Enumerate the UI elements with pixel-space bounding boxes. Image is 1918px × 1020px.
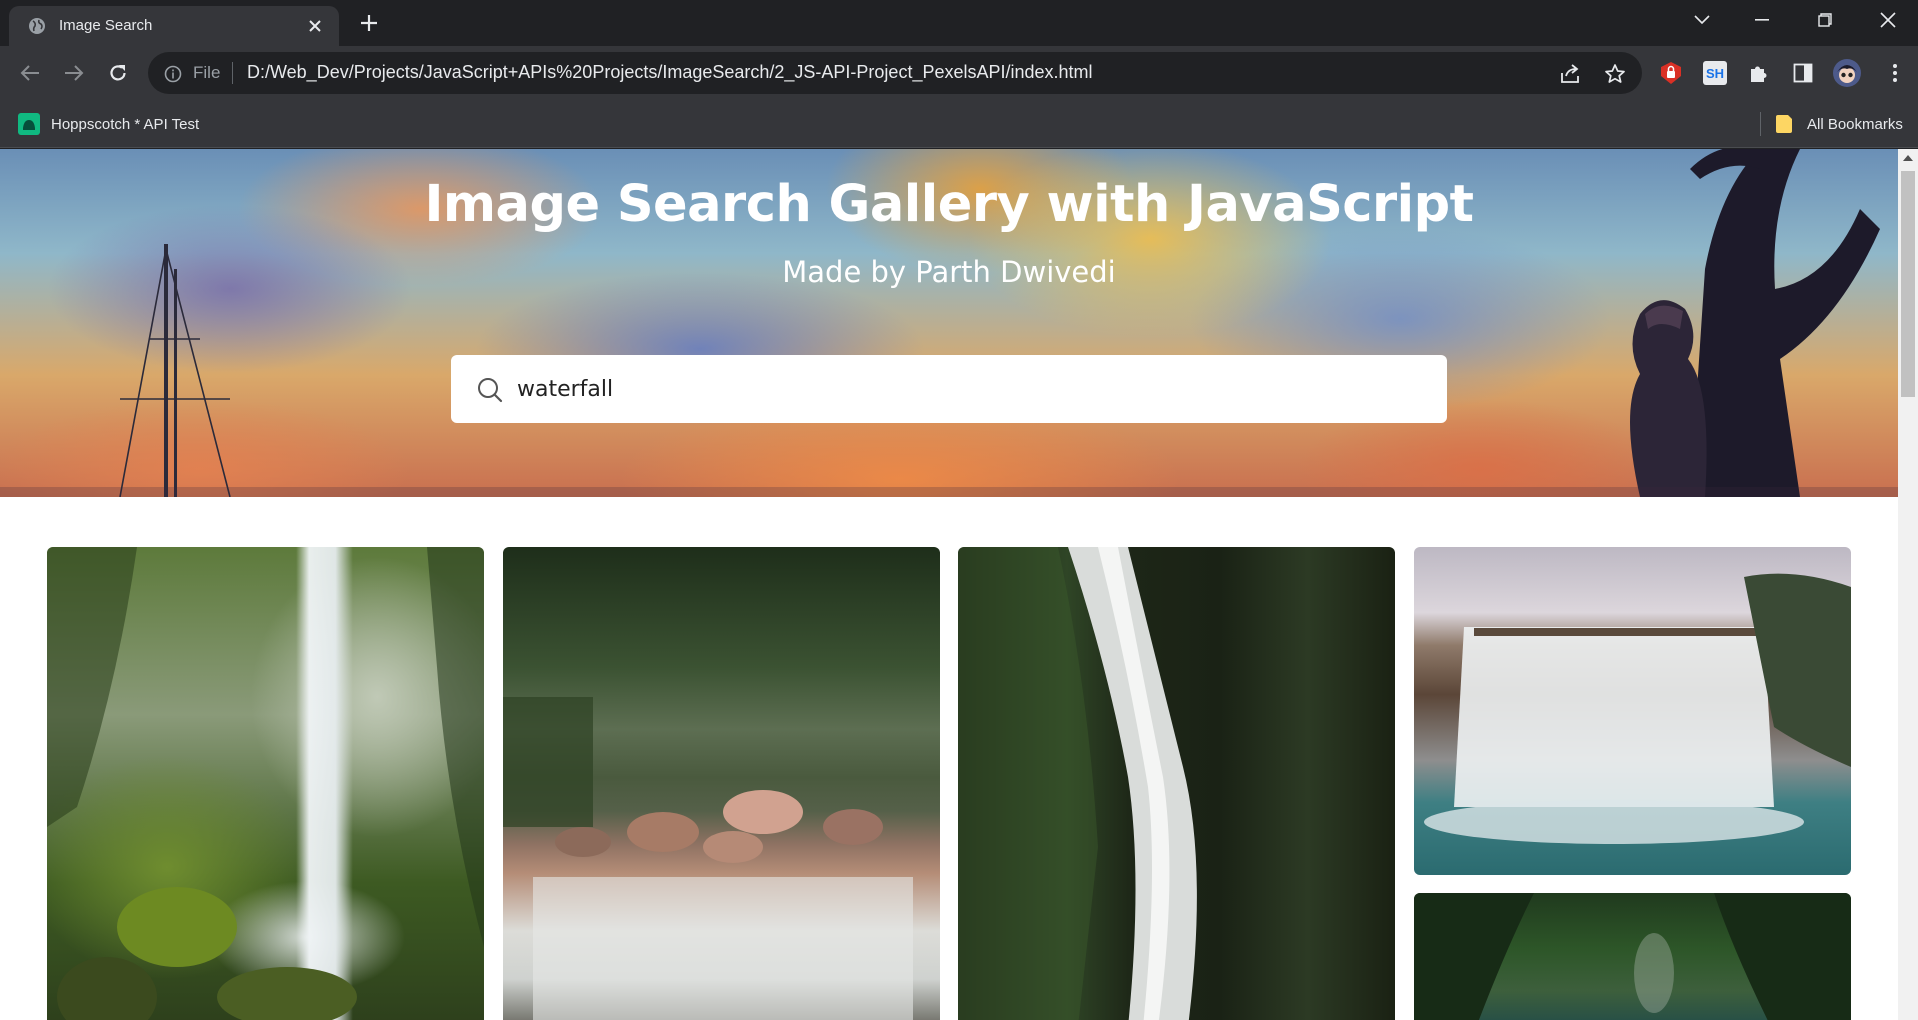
globe-icon [29, 18, 45, 34]
gallery-image-card[interactable] [503, 547, 940, 1020]
bookmark-hoppscotch[interactable]: Hoppscotch * API Test [18, 112, 199, 136]
hoppscotch-icon [18, 113, 40, 135]
address-bar[interactable]: File D:/Web_Dev/Projects/JavaScript+APIs… [148, 52, 1642, 94]
page-subtitle: Made by Parth Dwivedi [782, 255, 1116, 289]
gallery-image-card[interactable] [1414, 893, 1851, 1020]
sh-extension-icon[interactable]: SH [1698, 56, 1732, 90]
all-bookmarks-button[interactable]: All Bookmarks [1775, 112, 1903, 136]
close-window-icon[interactable] [1860, 0, 1916, 40]
svg-text:SH: SH [1706, 66, 1724, 81]
bookmark-label: All Bookmarks [1807, 115, 1903, 133]
bookmark-star-icon[interactable] [1604, 63, 1626, 85]
gallery-image-card[interactable] [47, 547, 484, 1020]
minimize-icon[interactable] [1734, 0, 1790, 40]
restore-icon[interactable] [1797, 0, 1853, 40]
scheme-chip: File [193, 63, 221, 82]
tab-search-chevron-icon[interactable] [1674, 0, 1730, 40]
side-panel-icon[interactable] [1786, 56, 1820, 90]
omnibox-divider [232, 62, 233, 84]
bookmarks-divider [1760, 112, 1761, 136]
page-viewport: Image Search Gallery with JavaScript Mad… [0, 149, 1918, 1020]
new-tab-icon[interactable] [352, 9, 386, 37]
lastpass-extension-icon[interactable] [1654, 56, 1688, 90]
browser-toolbar: File D:/Web_Dev/Projects/JavaScript+APIs… [0, 46, 1918, 100]
reload-icon[interactable] [104, 59, 132, 87]
search-input[interactable] [517, 369, 1417, 409]
forward-icon[interactable] [60, 59, 88, 87]
bookmarks-bar: Hoppscotch * API Test All Bookmarks [0, 100, 1918, 148]
bookmark-label: Hoppscotch * API Test [51, 115, 200, 133]
back-icon[interactable] [16, 59, 44, 87]
search-icon [478, 378, 503, 403]
info-icon[interactable] [164, 65, 182, 83]
page-scrollbar[interactable] [1898, 149, 1918, 1020]
folder-icon [1776, 115, 1792, 133]
gallery-image-card[interactable] [1414, 547, 1851, 875]
page-title: Image Search Gallery with JavaScript [424, 175, 1474, 234]
tab-close-icon[interactable] [303, 14, 327, 38]
gallery-image-card[interactable] [958, 547, 1395, 1020]
gorge-waterfall-photo [958, 547, 1197, 1020]
tab-strip: Image Search [0, 0, 1918, 46]
share-icon[interactable] [1560, 63, 1582, 85]
profile-avatar-icon[interactable] [1830, 56, 1864, 90]
forest-stream-photo [503, 697, 913, 1020]
scrollbar-thumb[interactable] [1901, 171, 1915, 397]
hero-banner: Image Search Gallery with JavaScript Mad… [0, 149, 1898, 497]
waterfall-forest-photo [47, 547, 484, 1020]
search-box[interactable] [451, 355, 1447, 423]
more-menu-icon[interactable] [1878, 56, 1912, 90]
url-text[interactable]: D:/Web_Dev/Projects/JavaScript+APIs%20Pr… [247, 62, 1093, 83]
tab-title: Image Search [59, 17, 153, 34]
tab-image-search[interactable]: Image Search [9, 6, 339, 46]
canyon-river-photo [1414, 893, 1851, 1020]
scroll-up-arrow-icon[interactable] [1903, 155, 1913, 161]
wide-waterfall-photo [1424, 573, 1851, 844]
extensions-puzzle-icon[interactable] [1742, 56, 1776, 90]
